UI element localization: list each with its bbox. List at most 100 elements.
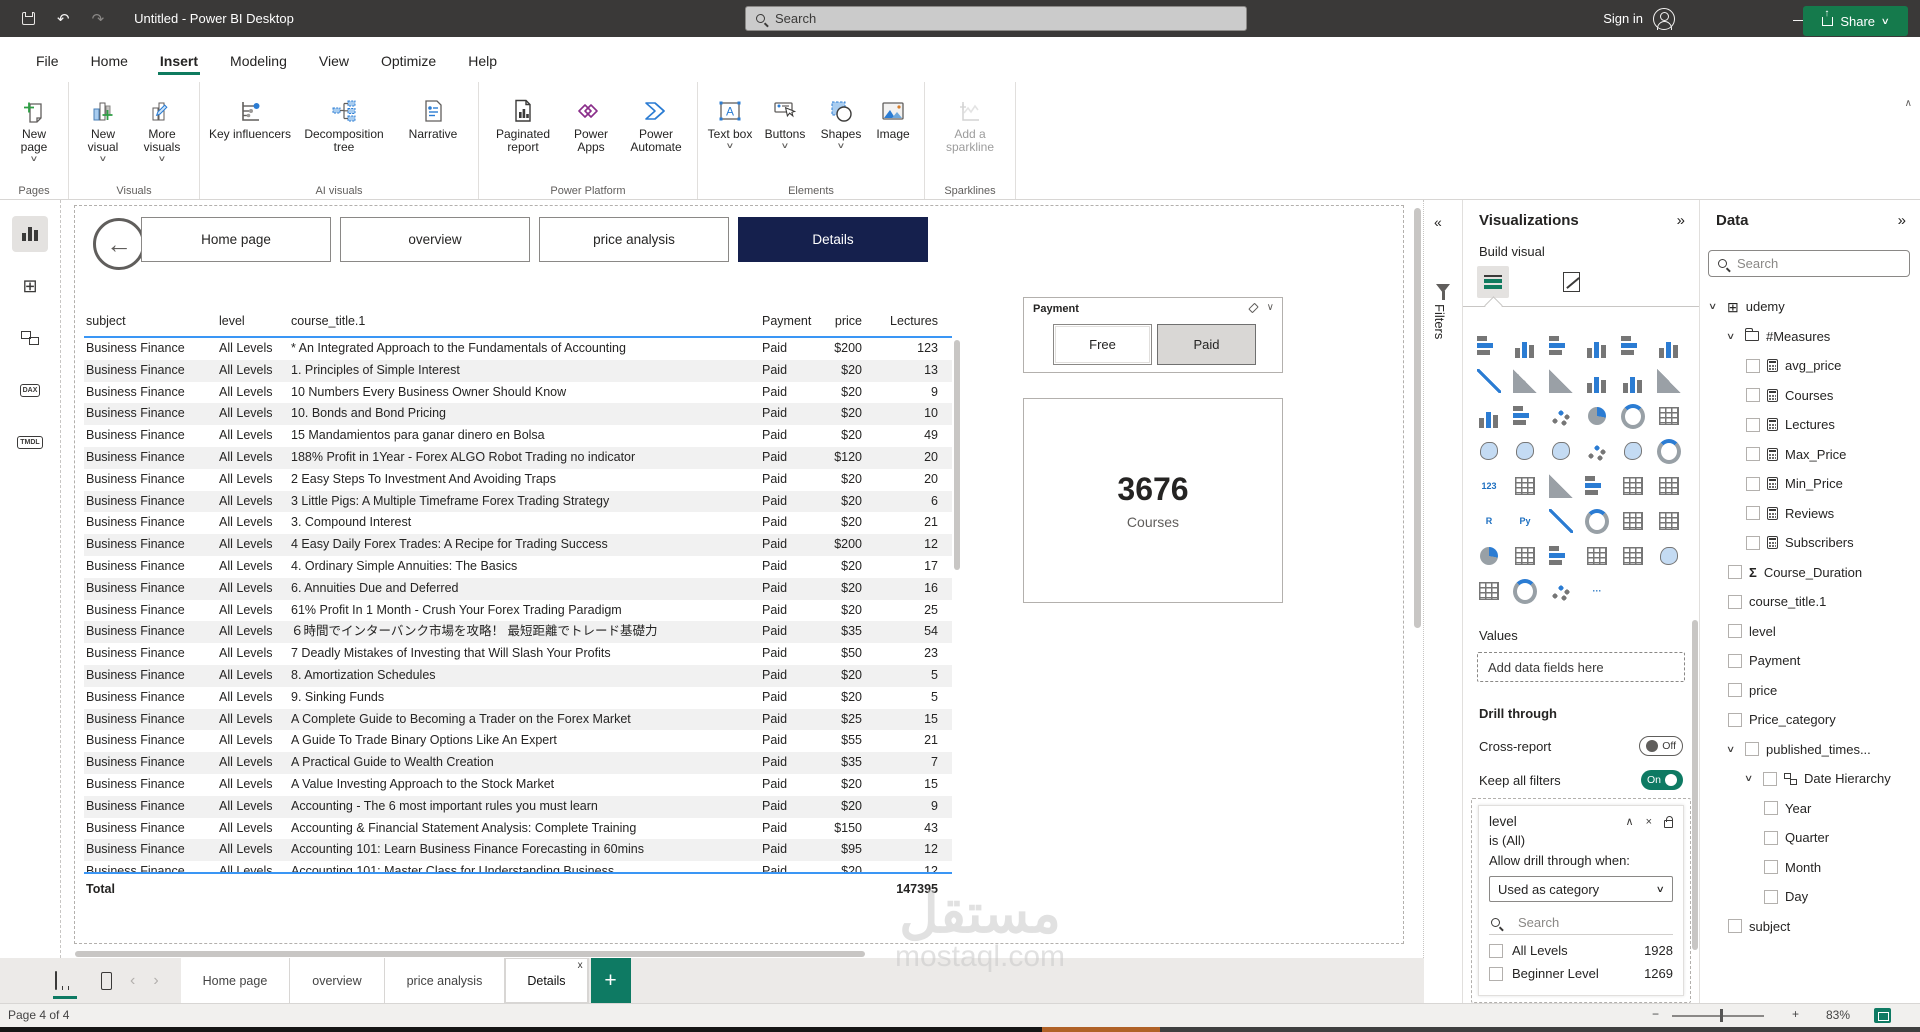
slicer-option-free[interactable]: Free [1053, 324, 1152, 365]
nav-button-overview[interactable]: overview [340, 217, 530, 262]
field-avg-price[interactable]: avg_price [1700, 351, 1920, 381]
shapes-button[interactable]: Shapes∨ [816, 90, 866, 149]
build-visual-tab[interactable] [1477, 266, 1509, 298]
matrix-icon[interactable] [1657, 474, 1681, 498]
format-visual-tab[interactable] [1555, 266, 1587, 298]
azure-map-icon[interactable] [1585, 439, 1609, 463]
values-field-well[interactable]: Add data fields here [1477, 652, 1685, 682]
mobile-view-icon[interactable] [101, 972, 112, 990]
lock-filter-icon[interactable] [1664, 820, 1673, 828]
checkbox[interactable] [1746, 447, 1760, 461]
text-box-button[interactable]: AText box∨ [706, 90, 754, 149]
page-tab-details[interactable]: Detailsx [505, 958, 588, 1003]
remove-filter-icon[interactable]: × [1646, 816, 1652, 828]
checkbox[interactable] [1728, 919, 1742, 933]
power-apps-button[interactable]: Power Apps [563, 90, 619, 154]
column-header-subject[interactable]: subject [84, 306, 217, 336]
python-visual-icon[interactable]: Py [1513, 509, 1537, 533]
power-automate-button[interactable]: Power Automate [623, 90, 689, 154]
chevron-down-icon[interactable]: ∨ [1708, 301, 1722, 312]
field-course-title-1[interactable]: course_title.1 [1700, 587, 1920, 617]
paginated-report-visual-icon[interactable] [1657, 509, 1681, 533]
field-date-hierarchy[interactable]: ∨Date Hierarchy [1700, 764, 1920, 794]
courses-card-visual[interactable]: 3676 Courses [1023, 398, 1283, 603]
checkbox[interactable] [1489, 944, 1503, 958]
menu-item-file[interactable]: File [20, 43, 75, 77]
shape-map-icon[interactable] [1549, 439, 1573, 463]
r-script-visual-icon[interactable]: R [1477, 509, 1501, 533]
page-tab-home-page[interactable]: Home page [181, 958, 291, 1003]
checkbox[interactable] [1745, 742, 1759, 756]
multi-row-card-icon[interactable] [1513, 474, 1537, 498]
gauge-icon[interactable] [1657, 439, 1681, 463]
more-options-icon[interactable]: ··· [1585, 579, 1609, 603]
smart-narrative-icon[interactable] [1621, 509, 1645, 533]
collapse-filter-icon[interactable]: ∧ [1626, 815, 1634, 828]
global-search-input[interactable] [773, 10, 1236, 27]
get-more-visuals-icon[interactable] [1477, 579, 1501, 603]
checkbox[interactable] [1728, 713, 1742, 727]
next-page-arrow-icon[interactable]: › [153, 972, 158, 990]
scorecard-icon[interactable] [1585, 544, 1609, 568]
checkbox[interactable] [1728, 683, 1742, 697]
new-visual-button[interactable]: New visual∨ [77, 90, 129, 162]
keep-all-filters-toggle[interactable]: On [1641, 770, 1683, 790]
checkbox[interactable] [1764, 831, 1778, 845]
table-visual[interactable]: subjectlevelcourse_title.1PaymentpriceLe… [84, 306, 952, 896]
field-courses[interactable]: Courses [1700, 381, 1920, 411]
field-level[interactable]: level [1700, 617, 1920, 647]
field-reviews[interactable]: Reviews [1700, 499, 1920, 529]
checkbox[interactable] [1764, 890, 1778, 904]
chevron-down-icon[interactable]: ∨ [1267, 302, 1274, 313]
page-tab-overview[interactable]: overview [290, 958, 384, 1003]
menu-item-home[interactable]: Home [75, 43, 144, 77]
collapse-data-icon[interactable]: » [1898, 212, 1906, 229]
menu-item-view[interactable]: View [303, 43, 365, 77]
goals-icon[interactable] [1621, 544, 1645, 568]
nav-button-details[interactable]: Details [738, 217, 928, 262]
clear-selections-icon[interactable] [1248, 302, 1259, 313]
checkbox[interactable] [1764, 801, 1778, 815]
nav-button-home-page[interactable]: Home page [141, 217, 331, 262]
funnel-chart-icon[interactable] [1513, 404, 1537, 428]
drill-condition-dropdown[interactable]: Used as category ∨ [1489, 876, 1673, 902]
line-and-stacked-column-chart-icon[interactable] [1585, 369, 1609, 393]
table-icon[interactable] [1621, 474, 1645, 498]
field-payment[interactable]: Payment [1700, 646, 1920, 676]
field-lectures[interactable]: Lectures [1700, 410, 1920, 440]
field-published-times[interactable]: ∨published_times... [1700, 735, 1920, 765]
field-udemy[interactable]: ∨⊞udemy [1700, 292, 1920, 322]
checkbox[interactable] [1746, 506, 1760, 520]
field-price-category[interactable]: Price_category [1700, 705, 1920, 735]
card-icon[interactable]: 123 [1477, 474, 1501, 498]
checkbox[interactable] [1728, 624, 1742, 638]
new-page-button[interactable]: New page∨ [8, 90, 60, 162]
cross-report-toggle[interactable]: Off [1639, 736, 1683, 756]
undo-icon[interactable]: ↶ [57, 10, 70, 28]
menu-item-insert[interactable]: Insert [144, 43, 214, 77]
table-view-icon[interactable]: ⊞ [12, 268, 48, 304]
field-subject[interactable]: subject [1700, 912, 1920, 942]
waterfall-chart-icon[interactable] [1477, 404, 1501, 428]
stacked-column-chart-icon[interactable] [1513, 334, 1537, 358]
payment-slicer[interactable]: Payment ∨ FreePaid [1023, 297, 1283, 373]
new-page-button[interactable]: + [591, 958, 631, 1003]
canvas-vertical-scrollbar[interactable] [1414, 208, 1421, 628]
filled-map-icon[interactable] [1513, 439, 1537, 463]
paginated-report-button[interactable]: Paginated report [487, 90, 559, 154]
field-month[interactable]: Month [1700, 853, 1920, 883]
menu-item-help[interactable]: Help [452, 43, 513, 77]
treemap-icon[interactable] [1657, 404, 1681, 428]
clustered-bar-chart-icon[interactable] [1549, 334, 1573, 358]
image-visual-icon[interactable] [1657, 544, 1681, 568]
venn-visual-icon[interactable] [1549, 579, 1573, 603]
field-quarter[interactable]: Quarter [1700, 823, 1920, 853]
area-chart-icon[interactable] [1513, 369, 1537, 393]
menu-item-modeling[interactable]: Modeling [214, 43, 303, 77]
key-influencers-visual-icon[interactable] [1549, 509, 1573, 533]
close-page-icon[interactable]: x [578, 960, 583, 971]
level-filter-card[interactable]: level ∧ × is (All) Allow drill through w… [1478, 805, 1684, 996]
field-max-price[interactable]: Max_Price [1700, 440, 1920, 470]
zoom-slider-thumb[interactable] [1720, 1009, 1723, 1022]
checkbox[interactable] [1763, 772, 1777, 786]
